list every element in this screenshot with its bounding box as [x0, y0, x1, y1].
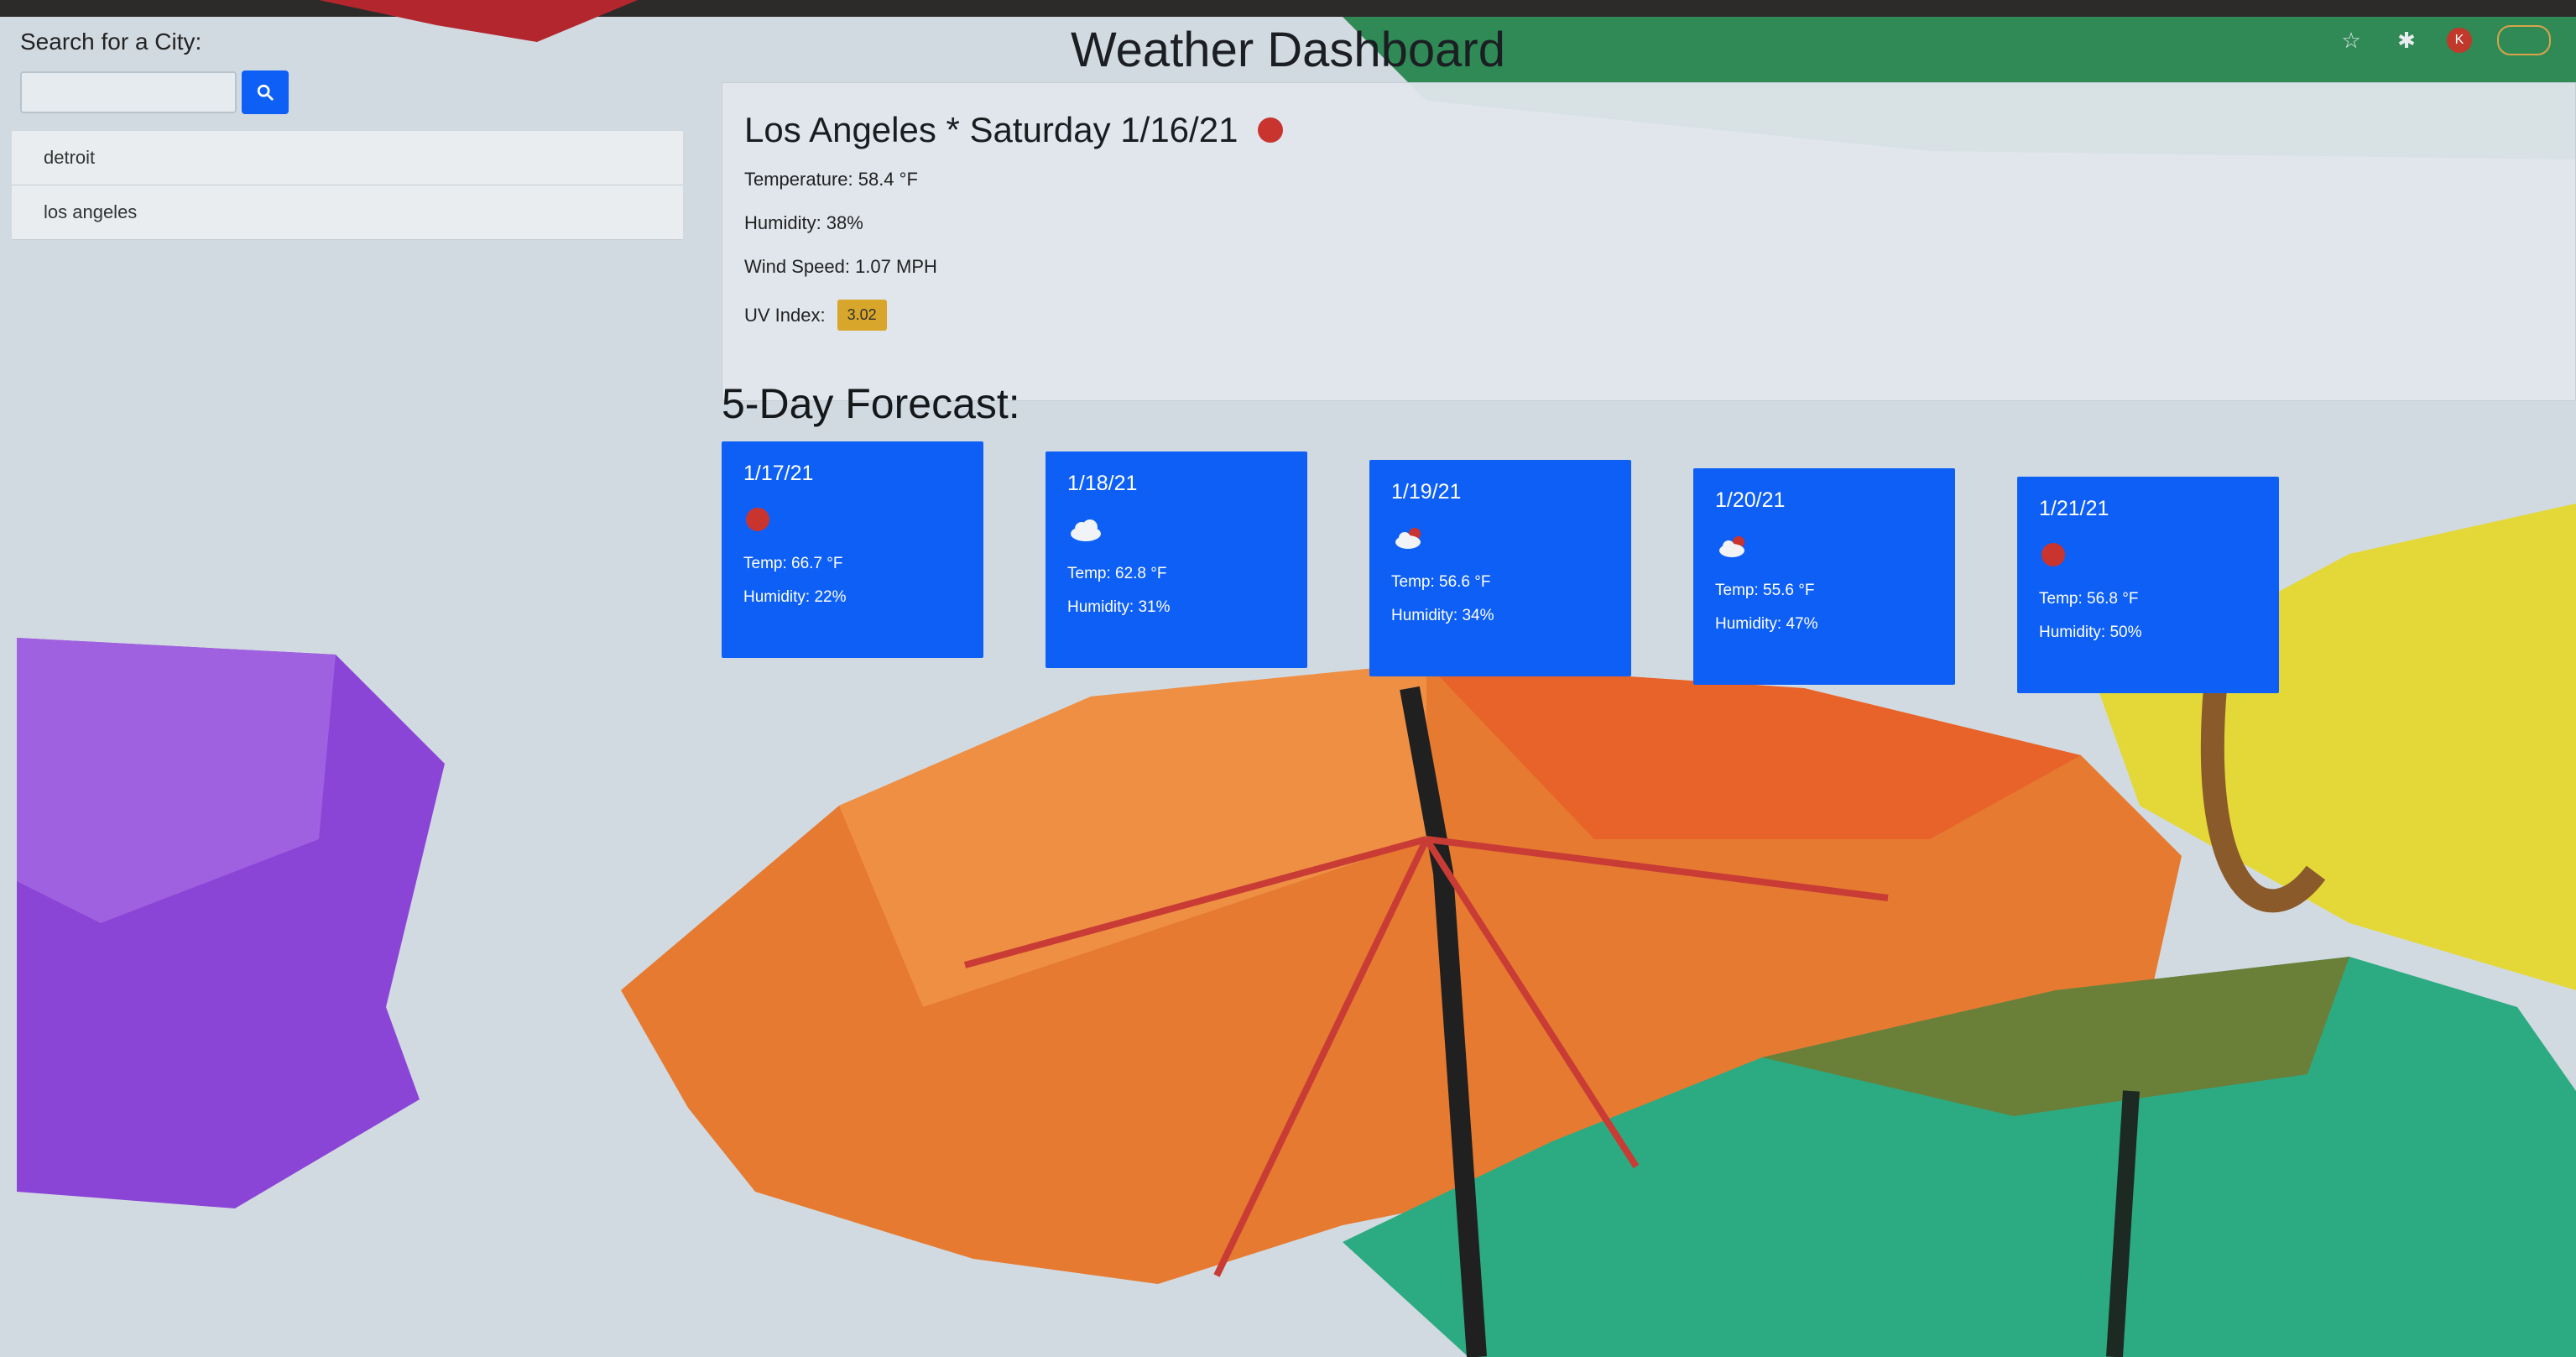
partly-cloudy-icon	[1715, 530, 1933, 563]
forecast-temp: Temp: 62.8 °F	[1067, 565, 1167, 582]
profile-avatar[interactable]: K	[2447, 28, 2472, 53]
forecast-temp: Temp: 55.6 °F	[1715, 582, 1815, 599]
current-humidity: Humidity: 38%	[744, 212, 863, 233]
forecast-temp: Temp: 66.7 °F	[743, 555, 843, 572]
cloud-icon	[1067, 513, 1285, 546]
forecast-date: 1/21/21	[2039, 497, 2109, 520]
uv-index-badge: 3.02	[837, 300, 887, 331]
forecast-date: 1/19/21	[1391, 480, 1462, 504]
forecast-humidity: Humidity: 34%	[1391, 607, 1494, 624]
search-history-list: detroit los angeles	[12, 131, 683, 240]
current-wind-speed: Wind Speed: 1.07 MPH	[744, 256, 937, 277]
forecast-card: 1/17/21 Temp: 66.7 °F Humidity: 22%	[722, 441, 983, 658]
clear-sky-icon	[743, 503, 962, 536]
forecast-temp: Temp: 56.6 °F	[1391, 573, 1491, 591]
forecast-card: 1/19/21 Temp: 56.6 °F Humidity: 34%	[1369, 460, 1631, 676]
forecast-date: 1/17/21	[743, 462, 814, 485]
forecast-date: 1/20/21	[1715, 488, 1786, 512]
uv-index-label: UV Index:	[744, 304, 826, 326]
current-temperature: Temperature: 58.4 °F	[744, 169, 918, 190]
current-weather-header: Los Angeles * Saturday 1/16/21	[744, 110, 2553, 150]
clear-sky-icon	[2039, 538, 2257, 572]
forecast-heading: 5-Day Forecast:	[722, 380, 1020, 427]
forecast-temp: Temp: 56.8 °F	[2039, 590, 2139, 608]
search-icon	[257, 84, 274, 101]
bookmark-star-icon[interactable]: ☆	[2336, 25, 2366, 55]
clear-sky-icon	[1258, 117, 1284, 143]
forecast-humidity: Humidity: 31%	[1067, 598, 1171, 616]
current-city-date: Los Angeles * Saturday 1/16/21	[744, 110, 1238, 149]
partly-cloudy-icon	[1391, 521, 1609, 555]
page-title: Weather Dashboard	[1070, 23, 1505, 77]
forecast-card-list: 1/17/21 Temp: 66.7 °F Humidity: 22% 1/18…	[722, 441, 2279, 693]
forecast-card: 1/20/21 Temp: 55.6 °F Humidity: 47%	[1693, 468, 1955, 685]
forecast-card: 1/21/21 Temp: 56.8 °F Humidity: 50%	[2017, 477, 2279, 693]
current-weather-panel: Los Angeles * Saturday 1/16/21 Temperatu…	[722, 82, 2576, 401]
forecast-date: 1/18/21	[1067, 472, 1138, 495]
uv-index-row: UV Index: 3.02	[744, 300, 2553, 331]
forecast-humidity: Humidity: 50%	[2039, 624, 2142, 641]
forecast-humidity: Humidity: 47%	[1715, 615, 1818, 633]
browser-update-button[interactable]	[2497, 25, 2551, 55]
browser-toolbar: ☆ ✱ K	[2336, 25, 2551, 55]
extensions-puzzle-icon[interactable]: ✱	[2391, 25, 2422, 55]
history-item-detroit[interactable]: detroit	[12, 131, 683, 185]
forecast-humidity: Humidity: 22%	[743, 588, 847, 606]
forecast-card: 1/18/21 Temp: 62.8 °F Humidity: 31%	[1046, 451, 1307, 668]
history-item-los-angeles[interactable]: los angeles	[12, 185, 683, 240]
